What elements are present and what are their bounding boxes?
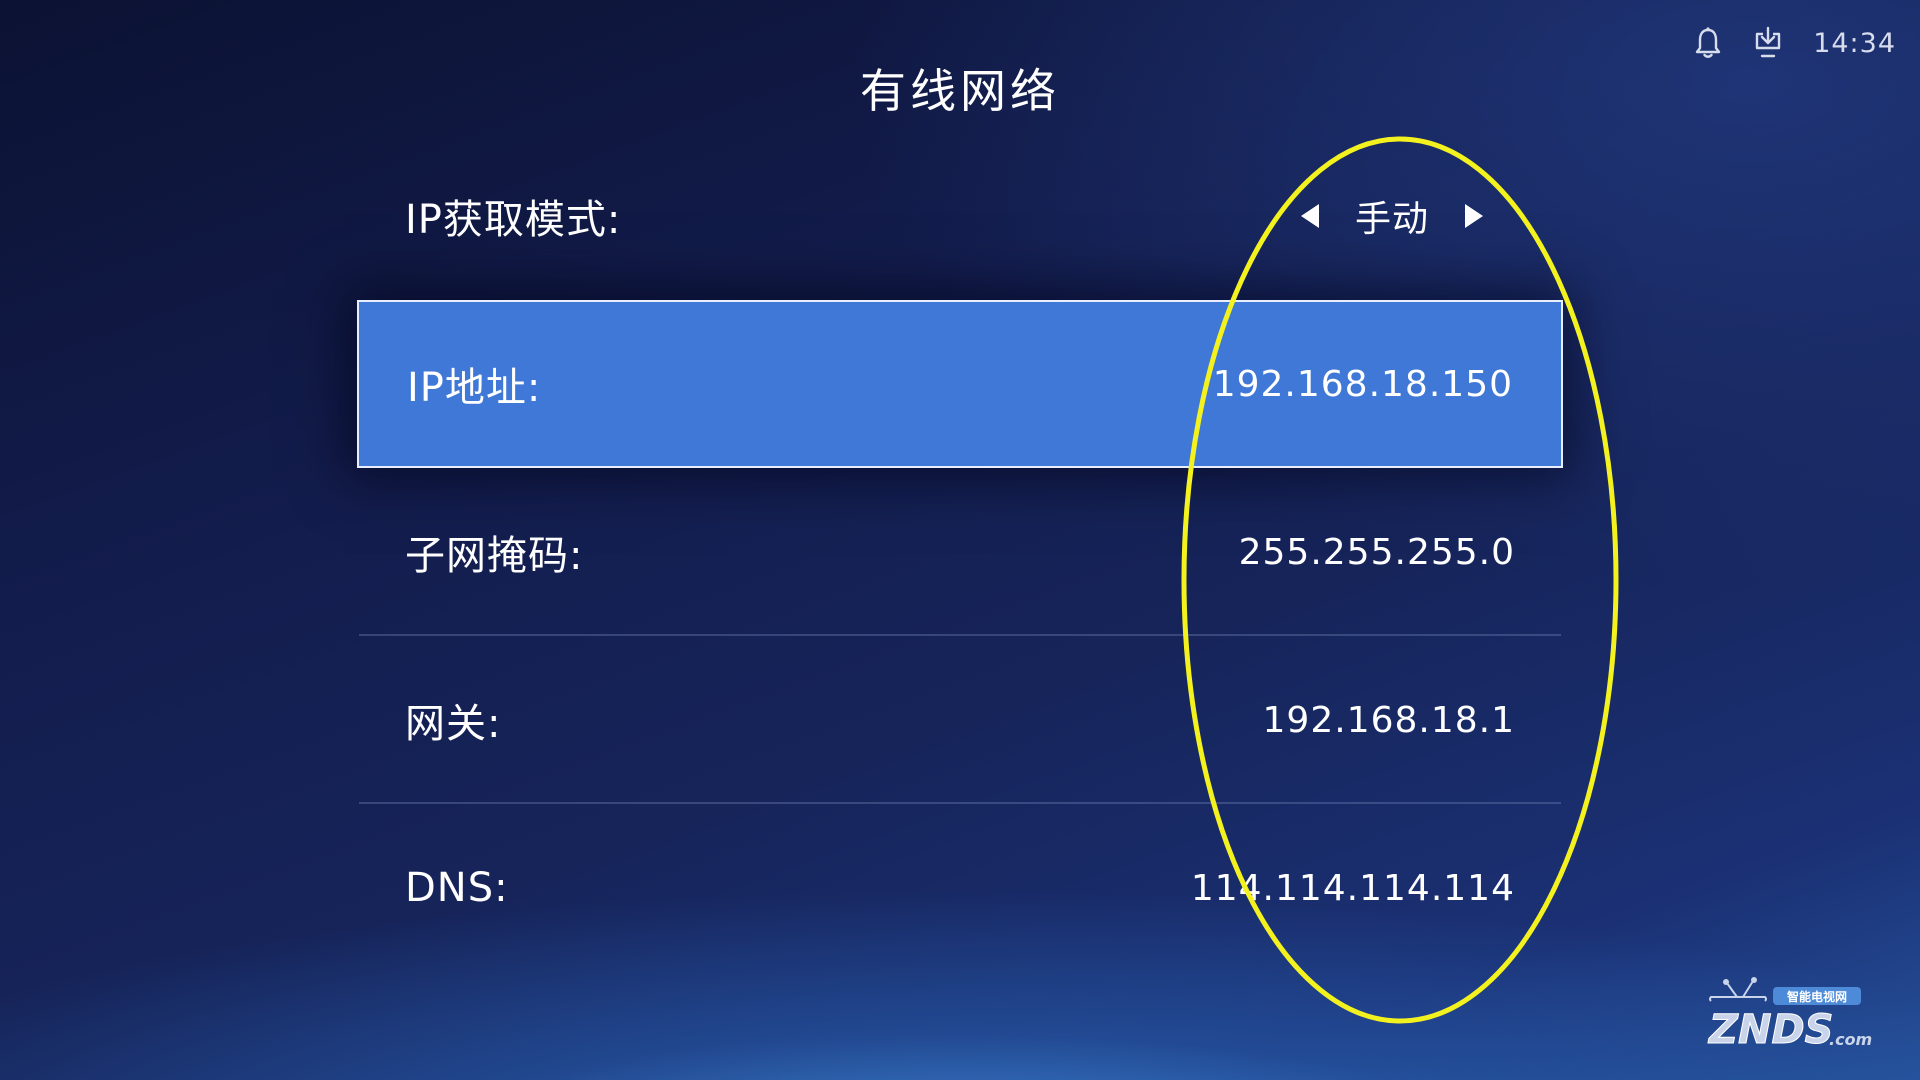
- svg-text:智能电视网: 智能电视网: [1786, 989, 1847, 1004]
- setting-row-subnet-mask[interactable]: 子网掩码: 255.255.255.0: [357, 468, 1563, 636]
- ip-address-value: 192.168.18.150: [1212, 363, 1513, 405]
- dns-value: 114.114.114.114: [1190, 867, 1515, 909]
- clock: 14:34: [1813, 27, 1896, 59]
- setting-row-ip-address[interactable]: IP地址: 192.168.18.150: [357, 300, 1563, 468]
- subnet-mask-value: 255.255.255.0: [1238, 531, 1515, 573]
- ip-address-label: IP地址:: [407, 365, 542, 411]
- arrow-left-icon[interactable]: [1299, 202, 1321, 230]
- dns-label: DNS:: [405, 865, 509, 911]
- subnet-mask-label: 子网掩码:: [405, 533, 584, 579]
- arrow-right-icon[interactable]: [1463, 202, 1485, 230]
- ip-mode-label: IP获取模式:: [405, 197, 622, 243]
- setting-row-gateway[interactable]: 网关: 192.168.18.1: [357, 636, 1563, 804]
- gateway-label: 网关:: [405, 701, 502, 747]
- gateway-value: 192.168.18.1: [1262, 699, 1515, 741]
- page-title: 有线网络: [860, 64, 1060, 118]
- setting-row-dns[interactable]: DNS: 114.114.114.114: [357, 804, 1563, 972]
- znds-watermark-logo: 智能电视网 ZNDS .com: [1707, 977, 1872, 1054]
- setting-row-ip-mode[interactable]: IP获取模式: 手动: [357, 132, 1563, 300]
- svg-text:ZNDS: ZNDS: [1707, 1007, 1834, 1053]
- settings-list: IP获取模式: 手动 IP地址: 192.168.18.150 子网掩码: 25…: [357, 132, 1563, 972]
- ip-mode-selector[interactable]: 手动: [1299, 190, 1485, 242]
- ip-mode-value: 手动: [1354, 199, 1429, 240]
- svg-text:.com: .com: [1829, 1030, 1872, 1049]
